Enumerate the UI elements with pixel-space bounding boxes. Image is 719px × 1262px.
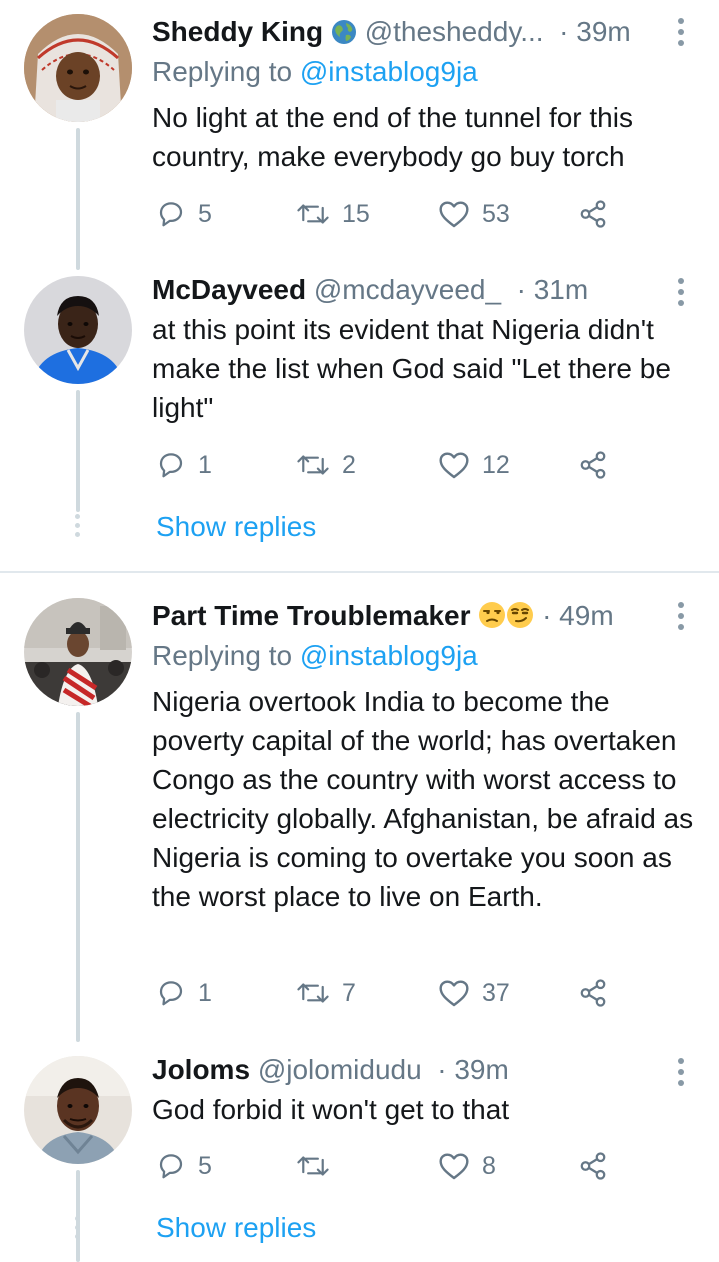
thread-connector-line (76, 390, 80, 512)
show-replies-link[interactable]: Show replies (156, 1210, 316, 1246)
like-button[interactable]: 8 (438, 1146, 496, 1186)
user-handle[interactable]: @thesheddy... (365, 16, 544, 47)
reply-count: 1 (198, 978, 212, 1007)
share-button[interactable] (578, 194, 608, 234)
more-options-icon[interactable] (677, 602, 685, 632)
replying-to-prefix: Replying to (152, 640, 293, 671)
like-button[interactable]: 37 (438, 973, 510, 1013)
user-handle[interactable]: @mcdayveed_ (314, 274, 501, 305)
retweet-icon (297, 455, 329, 475)
more-options-icon[interactable] (677, 18, 685, 48)
tweet-header: Sheddy King @thesheddy... · 39m (152, 14, 659, 54)
separator-dot: · (429, 1054, 455, 1085)
retweet-count: 15 (342, 199, 370, 228)
like-icon (439, 452, 469, 479)
retweet-button[interactable]: 15 (296, 194, 370, 234)
share-button[interactable] (578, 445, 608, 485)
thread-connector-line (76, 128, 80, 270)
retweet-count: 2 (342, 450, 356, 479)
tweet-header: Joloms @jolomidudu · 39m (152, 1052, 659, 1088)
thread-connector-line (76, 712, 80, 1042)
retweet-button[interactable]: 2 (296, 445, 356, 485)
avatar-sheddy-king[interactable] (24, 14, 132, 122)
reply-icon (159, 981, 183, 1006)
avatar-mcdayveed[interactable] (24, 276, 132, 384)
more-options-icon[interactable] (677, 278, 685, 308)
tweet-text: No light at the end of the tunnel for th… (152, 102, 633, 172)
replying-to: Replying to @instablog9ja (152, 54, 478, 90)
avatar-part-time-troublemaker[interactable] (24, 598, 132, 706)
tweet-time[interactable]: 49m (559, 600, 613, 631)
display-name[interactable]: Sheddy King (152, 16, 323, 47)
tweet-actions: 5 8 (152, 1146, 622, 1186)
display-name[interactable]: Joloms (152, 1054, 250, 1085)
retweet-button[interactable]: 7 (296, 973, 356, 1013)
display-name[interactable]: McDayveed (152, 274, 306, 305)
separator-dot: · (551, 16, 577, 47)
thread-divider (0, 571, 719, 573)
separator-dot: · (508, 274, 534, 305)
like-count: 37 (482, 978, 510, 1007)
replying-to: Replying to @instablog9ja (152, 638, 478, 674)
tweet-text: God forbid it won't get to that (152, 1094, 510, 1125)
thread-continuation-dots (75, 1216, 81, 1243)
retweet-icon (297, 204, 329, 224)
reply-count: 5 (198, 1151, 212, 1180)
tweet-time[interactable]: 39m (454, 1054, 508, 1085)
like-button[interactable]: 53 (438, 194, 510, 234)
replying-to-prefix: Replying to (152, 56, 293, 87)
like-button[interactable]: 12 (438, 445, 510, 485)
reply-button[interactable]: 1 (156, 445, 212, 485)
replying-to-mention[interactable]: @instablog9ja (300, 56, 478, 87)
reply-icon (159, 202, 183, 227)
tweet-actions: 1 2 12 (152, 445, 622, 485)
share-icon (580, 451, 606, 479)
separator-dot: · (542, 600, 560, 631)
like-count: 53 (482, 199, 510, 228)
smirking-face-emoji-icon (506, 601, 534, 638)
reply-button[interactable]: 1 (156, 973, 212, 1013)
like-icon (439, 980, 469, 1007)
tweet-actions: 5 15 53 (152, 194, 622, 234)
tweet-actions: 1 7 37 (152, 973, 622, 1013)
display-name[interactable]: Part Time Troublemaker (152, 600, 471, 631)
like-count: 12 (482, 450, 510, 479)
tweet-text: at this point its evident that Nigeria d… (152, 314, 671, 423)
tweet-time[interactable]: 39m (576, 16, 630, 47)
user-handle[interactable]: @jolomidudu (258, 1054, 422, 1085)
retweet-button[interactable] (296, 1146, 342, 1186)
like-count: 8 (482, 1151, 496, 1180)
retweet-count: 7 (342, 978, 356, 1007)
more-options-icon[interactable] (677, 1058, 685, 1088)
retweet-icon (297, 1156, 329, 1176)
tweet-header: Part Time Troublemaker · 49m (152, 598, 659, 638)
share-icon (580, 1152, 606, 1180)
share-button[interactable] (578, 973, 608, 1013)
like-icon (439, 201, 469, 228)
reply-icon (159, 1154, 183, 1179)
replying-to-mention[interactable]: @instablog9ja (300, 640, 478, 671)
reply-icon (159, 453, 183, 478)
reply-button[interactable]: 5 (156, 194, 212, 234)
share-button[interactable] (578, 1146, 608, 1186)
share-icon (580, 979, 606, 1007)
avatar-joloms[interactable] (24, 1056, 132, 1164)
unamused-face-emoji-icon (478, 601, 506, 638)
tweet-header: McDayveed @mcdayveed_ · 31m (152, 272, 659, 308)
retweet-icon (297, 983, 329, 1003)
reply-count: 1 (198, 450, 212, 479)
tweet-time[interactable]: 31m (534, 274, 588, 305)
like-icon (439, 1153, 469, 1180)
show-replies-link[interactable]: Show replies (156, 509, 316, 545)
reply-count: 5 (198, 199, 212, 228)
reply-button[interactable]: 5 (156, 1146, 212, 1186)
globe-emoji-icon (331, 18, 357, 54)
thread-continuation-dots (75, 514, 81, 541)
share-icon (580, 200, 606, 228)
tweet-text: Nigeria overtook India to become the pov… (152, 686, 694, 912)
